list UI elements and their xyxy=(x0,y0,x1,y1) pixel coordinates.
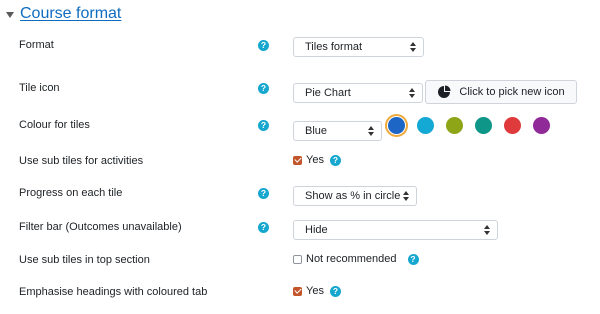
progress-select-value: Show as % in circle xyxy=(305,190,401,202)
help-icon[interactable]: ? xyxy=(407,253,419,265)
label-sub-tiles: Use sub tiles for activities xyxy=(19,155,144,167)
select-arrows-icon xyxy=(410,41,416,53)
help-icon[interactable]: ? xyxy=(329,285,341,297)
row-filter-bar: Filter bar (Outcomes unavailable) ? Hide xyxy=(0,219,600,249)
pick-icon-button[interactable]: Click to pick new icon xyxy=(425,80,577,104)
sub-tiles-top-checkbox-label: Not recommended xyxy=(306,253,397,265)
help-icon[interactable]: ? xyxy=(258,120,269,131)
pick-icon-button-label: Click to pick new icon xyxy=(459,86,565,98)
label-filter-bar: Filter bar (Outcomes unavailable) xyxy=(19,221,182,233)
filter-bar-select[interactable]: Hide xyxy=(293,220,498,240)
row-emphasise: Emphasise headings with coloured tab Yes… xyxy=(0,284,600,314)
collapse-caret-icon[interactable] xyxy=(6,11,14,18)
format-select-value: Tiles format xyxy=(305,41,363,53)
label-emphasise: Emphasise headings with coloured tab xyxy=(19,286,208,298)
sub-tiles-top-checkbox[interactable] xyxy=(293,254,302,264)
colour-swatch[interactable] xyxy=(388,117,405,134)
tile-icon-select[interactable]: Pie Chart xyxy=(293,83,423,103)
colour-swatch[interactable] xyxy=(533,117,550,134)
label-colour: Colour for tiles xyxy=(19,119,90,131)
help-icon[interactable]: ? xyxy=(329,154,341,166)
help-icon[interactable]: ? xyxy=(258,188,269,199)
progress-select[interactable]: Show as % in circle xyxy=(293,186,417,206)
select-arrows-icon xyxy=(368,125,374,137)
sub-tiles-checkbox-label: Yes xyxy=(306,154,324,166)
emphasise-checkbox-group: Yes ? xyxy=(293,285,341,297)
row-format: Format ? Tiles format xyxy=(0,36,600,66)
colour-select-value: Blue xyxy=(305,125,328,137)
filter-bar-select-value: Hide xyxy=(305,224,328,236)
label-tile-icon: Tile icon xyxy=(19,82,60,94)
colour-select[interactable]: Blue xyxy=(293,121,382,141)
select-arrows-icon xyxy=(403,190,409,202)
emphasise-checkbox[interactable] xyxy=(293,286,302,296)
format-select[interactable]: Tiles format xyxy=(293,37,424,57)
label-progress: Progress on each tile xyxy=(19,187,123,199)
help-icon[interactable]: ? xyxy=(258,40,269,51)
label-sub-tiles-top: Use sub tiles in top section xyxy=(19,254,150,266)
label-format: Format xyxy=(19,39,54,51)
colour-swatch[interactable] xyxy=(417,117,434,134)
section-title-link[interactable]: Course format xyxy=(20,5,121,23)
select-arrows-icon xyxy=(409,87,415,99)
sub-tiles-checkbox[interactable] xyxy=(293,155,302,165)
emphasise-checkbox-label: Yes xyxy=(306,285,324,297)
colour-swatch[interactable] xyxy=(446,117,463,134)
help-icon[interactable]: ? xyxy=(258,222,269,233)
colour-swatch[interactable] xyxy=(475,117,492,134)
row-sub-tiles-top: Use sub tiles in top section Not recomme… xyxy=(0,252,600,282)
pie-chart-icon xyxy=(438,85,451,98)
sub-tiles-top-checkbox-group: Not recommended ? xyxy=(293,253,419,265)
sub-tiles-checkbox-group: Yes ? xyxy=(293,154,341,166)
select-arrows-icon xyxy=(484,224,490,236)
tile-icon-select-value: Pie Chart xyxy=(305,87,351,99)
row-progress: Progress on each tile ? Show as % in cir… xyxy=(0,185,600,215)
colour-swatch[interactable] xyxy=(504,117,521,134)
section-header[interactable]: Course format xyxy=(6,4,121,24)
row-sub-tiles: Use sub tiles for activities Yes ? xyxy=(0,153,600,183)
help-icon[interactable]: ? xyxy=(258,83,269,94)
